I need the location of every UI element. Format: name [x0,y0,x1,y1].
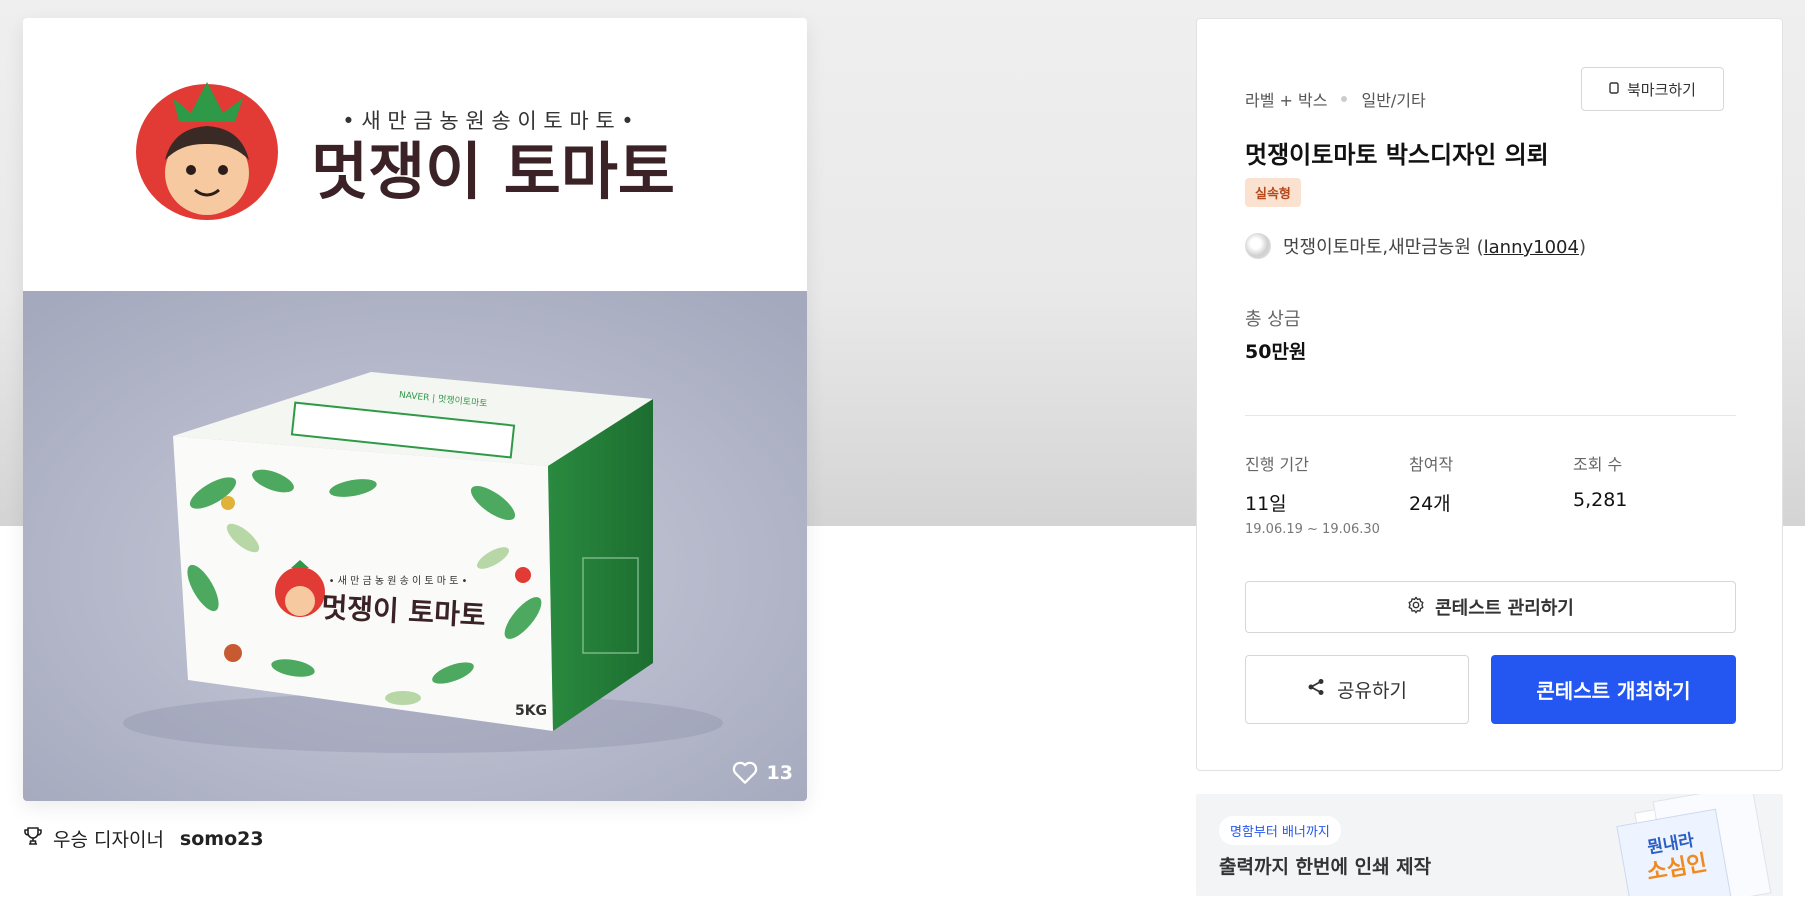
like-counter[interactable]: 13 [731,760,793,785]
manage-contest-button[interactable]: 콘테스트 관리하기 [1245,581,1736,633]
category-secondary[interactable]: 일반/기타 [1361,87,1425,111]
banner-text: 출력까지 한번에 인쇄 제작 [1219,856,1432,878]
breadcrumb-separator [1341,96,1348,102]
share-button[interactable]: 공유하기 [1245,655,1469,724]
trophy-icon [23,826,43,851]
stat-value: 11일 [1245,493,1287,515]
host-name: 멋쟁이토마토,새만금농원 ( [1283,237,1484,258]
host-info: 멋쟁이토마토,새만금농원 (lanny1004) [1245,233,1586,259]
stat-label: 조회 수 [1573,455,1623,474]
stat-value: 24개 [1409,493,1451,515]
left-column: • 새 만 금 농 원 송 이 토 마 토 • 멋쟁이 토마토 NAVER | … [23,18,807,852]
product-image[interactable]: • 새 만 금 농 원 송 이 토 마 토 • 멋쟁이 토마토 NAVER | … [23,18,807,801]
winner-label: 우승 디자이너 [53,829,164,851]
print-samples-image: 뭔내라 소심인 [1616,794,1772,896]
heart-icon [731,760,759,785]
logo-title: 멋쟁이 토마토 [311,135,675,208]
host-contest-button[interactable]: 콘테스트 개최하기 [1491,655,1736,724]
share-label: 공유하기 [1337,680,1407,702]
category-breadcrumb: 라벨 + 박스 일반/기타 [1245,87,1426,111]
plan-badge: 실속형 [1245,178,1301,207]
stat-date-range: 19.06.19 ~ 19.06.30 [1245,522,1380,537]
prize-value: 50만원 [1245,341,1307,363]
box-tagline: • 새 만 금 농 원 송 이 토 마 토 • [329,575,468,587]
gear-icon [1407,596,1425,619]
contest-info-panel: 북마크하기 라벨 + 박스 일반/기타 멋쟁이토마토 박스디자인 의뢰 실속형 … [1196,18,1783,771]
bookmark-button[interactable]: 북마크하기 [1581,67,1724,111]
stat-label: 진행 기간 [1245,455,1309,474]
like-count: 13 [766,761,793,784]
avatar[interactable] [1245,233,1271,259]
stat-views: 조회 수 5,281 [1573,451,1733,511]
promo-banner[interactable]: 명함부터 배너까지 출력까지 한번에 인쇄 제작 뭔내라 소심인 [1196,794,1783,896]
logo-tagline: • 새 만 금 농 원 송 이 토 마 토 • [342,109,633,133]
contest-title: 멋쟁이토마토 박스디자인 의뢰 [1245,141,1549,169]
category-primary[interactable]: 라벨 + 박스 [1245,87,1327,111]
stat-period: 진행 기간 11일 19.06.19 ~ 19.06.30 [1245,451,1405,537]
winner-info: 우승 디자이너 somo23 [23,825,807,852]
stat-entries: 참여작 24개 [1409,451,1569,516]
share-icon [1307,678,1325,701]
banner-tag: 명함부터 배너까지 [1219,816,1341,845]
divider [1245,415,1736,416]
host-close: ) [1578,237,1586,258]
prize-label: 총 상금 [1245,309,1301,330]
winner-name[interactable]: somo23 [180,828,264,850]
box-weight: 5KG [515,703,547,719]
manage-contest-label: 콘테스트 관리하기 [1435,598,1574,619]
bookmark-label: 북마크하기 [1626,80,1696,99]
stat-value: 5,281 [1573,489,1628,511]
bookmark-icon [1609,80,1619,98]
stat-label: 참여작 [1409,455,1454,474]
host-id-link[interactable]: lanny1004 [1484,237,1579,258]
